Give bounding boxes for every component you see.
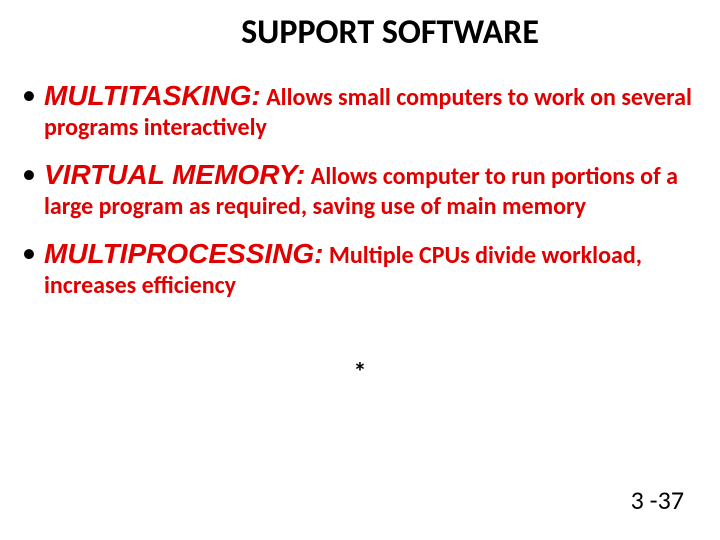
bullet-item: • MULTITASKING: Allows small computers t… bbox=[22, 78, 702, 143]
bullet-dot-icon: • bbox=[22, 80, 44, 111]
slide-title: SUPPORT SOFTWARE bbox=[0, 12, 720, 53]
bullet-content: MULTIPROCESSING: Multiple CPUs divide wo… bbox=[44, 236, 702, 301]
bullet-term: VIRTUAL MEMORY: bbox=[44, 159, 305, 190]
bullet-content: MULTITASKING: Allows small computers to … bbox=[44, 78, 702, 143]
asterisk-mark: * bbox=[0, 356, 720, 388]
page-number: 3 -37 bbox=[631, 484, 684, 516]
bullet-item: • MULTIPROCESSING: Multiple CPUs divide … bbox=[22, 236, 702, 301]
bullet-dot-icon: • bbox=[22, 159, 44, 190]
bullet-content: VIRTUAL MEMORY: Allows computer to run p… bbox=[44, 157, 702, 222]
slide: SUPPORT SOFTWARE • MULTITASKING: Allows … bbox=[0, 0, 720, 540]
slide-body: • MULTITASKING: Allows small computers t… bbox=[22, 78, 702, 315]
bullet-term: MULTITASKING: bbox=[44, 80, 261, 111]
bullet-dot-icon: • bbox=[22, 238, 44, 269]
bullet-item: • VIRTUAL MEMORY: Allows computer to run… bbox=[22, 157, 702, 222]
bullet-term: MULTIPROCESSING: bbox=[44, 238, 323, 269]
